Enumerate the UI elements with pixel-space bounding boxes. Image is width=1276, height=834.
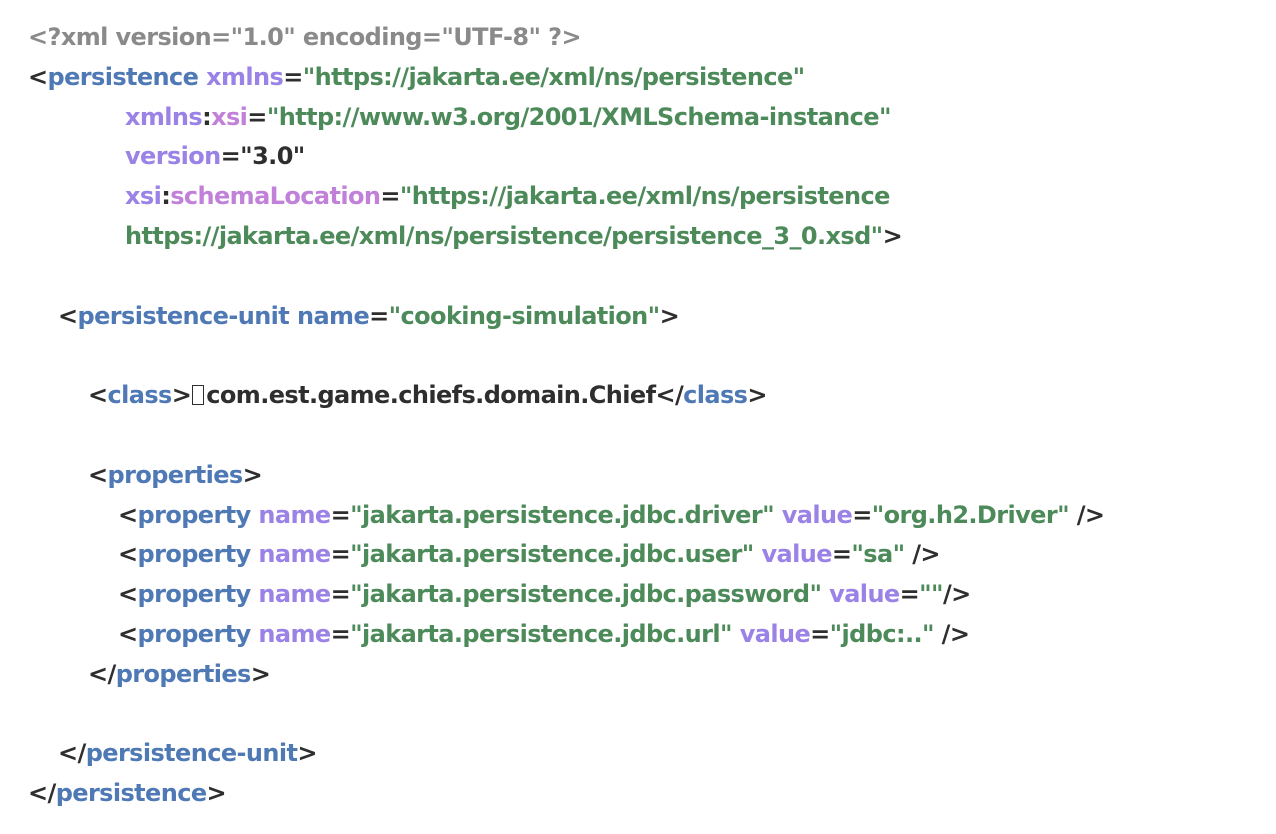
schema-location-line: xsi:schemaLocation="https://jakarta.ee/x…	[125, 182, 891, 211]
property-value-value: ""	[919, 580, 943, 609]
property-value-value: "jdbc:.."	[829, 619, 935, 648]
xml-declaration: <?xml version="1.0" encoding="UTF-8" ?>	[28, 23, 582, 51]
property-name-value: "jakarta.persistence.jdbc.driver"	[350, 500, 774, 529]
invisible-character-box-icon	[192, 385, 205, 406]
property-name-attr: name	[258, 619, 331, 648]
property-name-value: "jakarta.persistence.jdbc.url"	[350, 619, 732, 648]
property-name-value: "jakarta.persistence.jdbc.user"	[350, 540, 754, 569]
property-line-user: <property name="jakarta.persistence.jdbc…	[118, 540, 941, 569]
persistence-unit-name-attr: name	[296, 301, 370, 330]
properties-close-line: </properties>	[88, 659, 271, 688]
properties-open-tag-name: properties	[107, 460, 244, 489]
property-name-attr: name	[258, 540, 331, 569]
persistence-unit-open-line: <persistence-unit name="cooking-simulati…	[58, 301, 680, 330]
schema-location-cont-line: https://jakarta.ee/xml/ns/persistence/pe…	[125, 221, 903, 250]
property-line-url: <property name="jakarta.persistence.jdbc…	[118, 619, 970, 648]
property-close: />	[933, 619, 970, 648]
property-tag-name: property	[137, 540, 252, 569]
property-value-value: "sa"	[851, 540, 905, 569]
schema-local: schemaLocation	[170, 182, 381, 211]
persistence-open-line: <persistence xmlns="https://jakarta.ee/x…	[28, 62, 805, 91]
property-name-attr: name	[258, 580, 331, 609]
version-value: "3.0"	[240, 142, 305, 171]
xmlns-xsi-prefix: xmlns	[125, 102, 203, 131]
property-tag-name: property	[137, 580, 252, 609]
property-tag-name: property	[137, 500, 252, 529]
xmlns-xsi-value: "http://www.w3.org/2001/XMLSchema-instan…	[266, 102, 892, 131]
schema-value-1: "https://jakarta.ee/xml/ns/persistence	[399, 182, 891, 211]
version-line: version="3.0"	[125, 142, 305, 171]
properties-close-tag-name: properties	[115, 659, 252, 688]
class-text: com.est.game.chiefs.domain.Chief	[206, 381, 656, 410]
property-value-value: "org.h2.Driver"	[871, 500, 1070, 529]
persistence-unit-name-value: "cooking-simulation"	[388, 301, 661, 330]
xmlns-xsi-local: xsi	[211, 102, 248, 131]
property-name-attr: name	[258, 500, 331, 529]
persistence-tag-name: persistence	[47, 62, 199, 91]
property-close: />	[942, 580, 971, 609]
xml-declaration-line: <?xml version="1.0" encoding="UTF-8" ?>	[28, 18, 1258, 58]
persistence-unit-close-line: </persistence-unit>	[58, 739, 317, 768]
version-attr: version	[125, 142, 221, 171]
property-close: />	[904, 540, 940, 569]
property-line-driver: <property name="jakarta.persistence.jdbc…	[118, 500, 1105, 529]
class-line: <class> com.est.game.chiefs.domain.Chief<…	[88, 381, 767, 410]
property-tag-name: property	[137, 619, 252, 648]
schema-value-2: https://jakarta.ee/xml/ns/persistence/pe…	[125, 221, 883, 250]
property-close: />	[1068, 500, 1105, 529]
persistence-unit-close-tag-name: persistence-unit	[85, 739, 298, 768]
properties-open-line: <properties>	[88, 460, 263, 489]
property-value-attr: value	[761, 540, 832, 569]
persistence-close-tag-name: persistence	[55, 779, 207, 808]
xmlns-attr: xmlns	[206, 62, 284, 91]
persistence-close-line: </persistence>	[28, 779, 227, 808]
xmlns-xsi-line: xmlns:xsi="http://www.w3.org/2001/XMLSch…	[125, 102, 892, 131]
xmlns-value: "https://jakarta.ee/xml/ns/persistence"	[302, 62, 805, 91]
class-open-tag-name: class	[107, 381, 173, 410]
property-value-attr: value	[781, 500, 853, 529]
xml-code-block: <?xml version="1.0" encoding="UTF-8" ?> …	[28, 18, 1258, 814]
property-name-value: "jakarta.persistence.jdbc.password"	[350, 580, 822, 609]
property-line-password: <property name="jakarta.persistence.jdbc…	[118, 580, 971, 609]
schema-prefix: xsi	[125, 182, 162, 211]
class-close-tag-name: class	[683, 381, 748, 410]
property-value-attr: value	[829, 580, 900, 609]
persistence-unit-tag-name: persistence-unit	[77, 301, 290, 330]
property-value-attr: value	[739, 619, 811, 648]
